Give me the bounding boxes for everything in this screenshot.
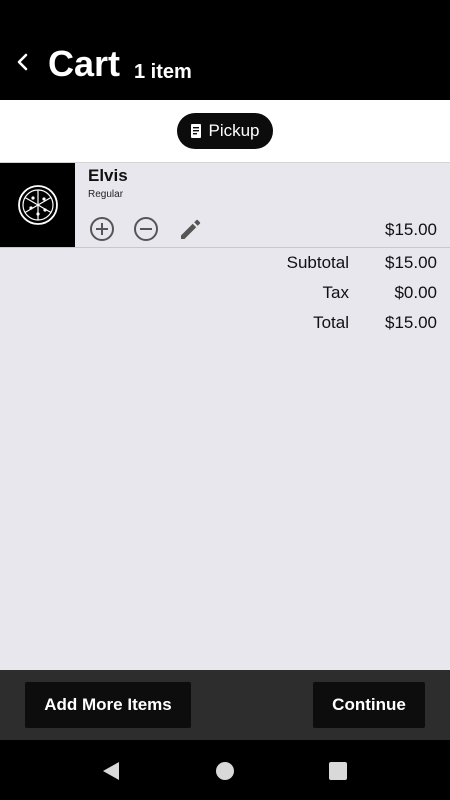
cart-item: Elvis Regular $15.00 — [0, 163, 450, 248]
cart-action-bar: Add More Items Continue — [0, 670, 450, 740]
tax-row: Tax $0.00 — [137, 278, 437, 308]
total-value: $15.00 — [385, 313, 437, 332]
item-name: Elvis — [88, 166, 128, 185]
pencil-icon — [181, 219, 201, 239]
subtotal-row: Subtotal $15.00 — [137, 248, 437, 278]
continue-button[interactable]: Continue — [313, 682, 425, 728]
item-price: $15.00 — [385, 220, 437, 239]
subtotal-label: Subtotal — [286, 253, 349, 272]
square-recents-icon — [329, 762, 347, 780]
cart-screen: Cart 1 item Pickup Elvis Regular $15.00 … — [0, 0, 450, 800]
triangle-back-icon — [103, 762, 119, 780]
tax-value: $0.00 — [394, 283, 437, 302]
item-thumbnail — [0, 163, 75, 247]
edit-item-button[interactable] — [176, 215, 204, 243]
item-count: 1 item — [134, 61, 192, 83]
system-home-button[interactable] — [214, 760, 236, 782]
page-title: Cart — [48, 43, 121, 84]
app-header: Cart 1 item — [0, 0, 450, 100]
chevron-left-icon — [17, 53, 28, 71]
receipt-icon — [191, 124, 202, 138]
order-totals: Subtotal $15.00 Tax $0.00 Total $15.00 — [137, 248, 437, 338]
tax-label: Tax — [322, 283, 349, 302]
minus-circle-icon — [134, 217, 158, 241]
pickup-mode-button[interactable]: Pickup — [177, 113, 273, 149]
add-more-items-button[interactable]: Add More Items — [25, 682, 191, 728]
total-row: Total $15.00 — [137, 308, 437, 338]
system-recents-button[interactable] — [327, 760, 349, 782]
pizza-icon — [17, 185, 58, 225]
system-nav-bar — [0, 740, 450, 800]
increase-quantity-button[interactable] — [88, 215, 116, 243]
plus-circle-icon — [90, 217, 114, 241]
back-button[interactable] — [8, 46, 36, 78]
decrease-quantity-button[interactable] — [132, 215, 160, 243]
item-variant: Regular — [88, 189, 124, 200]
circle-home-icon — [216, 762, 234, 780]
total-label: Total — [313, 313, 349, 332]
pickup-label: Pickup — [208, 121, 260, 140]
item-actions — [88, 215, 204, 243]
subtotal-value: $15.00 — [385, 253, 437, 272]
system-back-button[interactable] — [100, 760, 122, 782]
order-mode-bar: Pickup — [0, 100, 450, 163]
